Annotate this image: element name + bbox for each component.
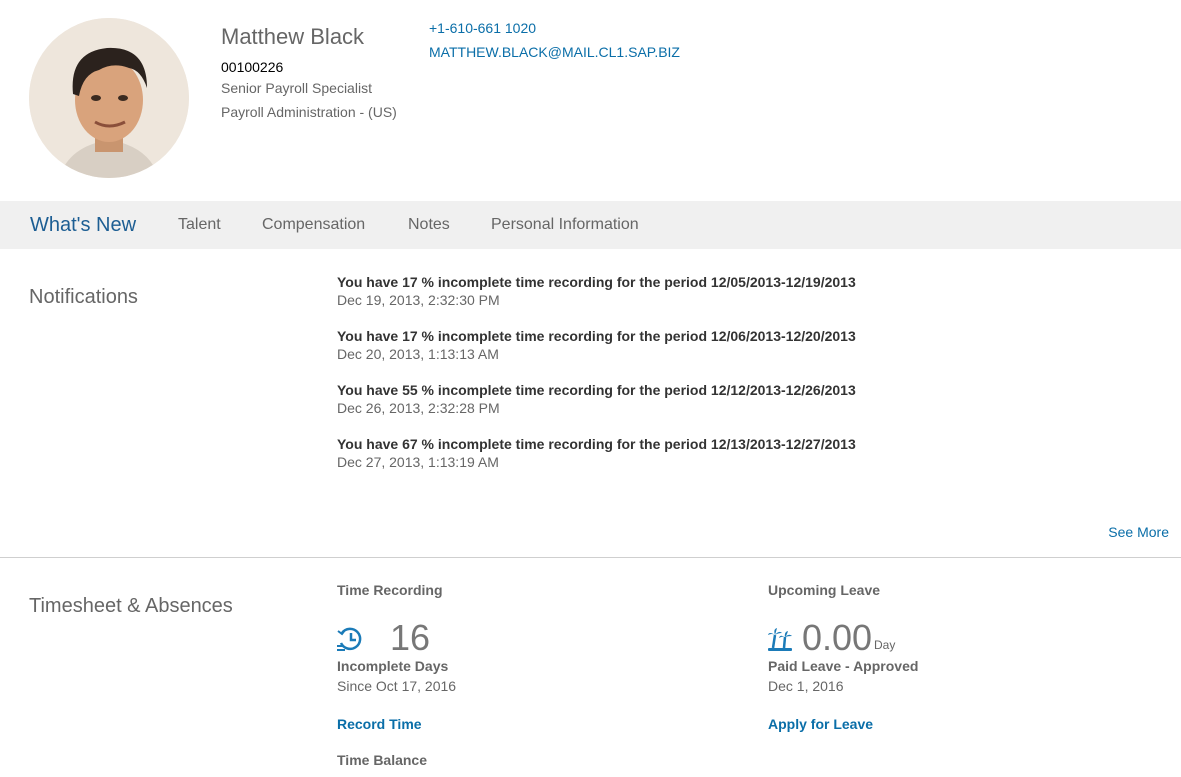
since-date: Since Oct 17, 2016 [337, 678, 457, 694]
employee-id: 00100226 [221, 59, 284, 75]
tab-talent[interactable]: Talent [178, 201, 221, 249]
notification-text: You have 67 % incomplete time recording … [337, 436, 856, 452]
leave-type-label: Paid Leave - Approved [768, 658, 919, 674]
notifications-title: Notifications [29, 286, 138, 308]
notification-item[interactable]: You have 17 % incomplete time recording … [337, 273, 1097, 309]
notification-time: Dec 26, 2013, 2:32:28 PM [337, 400, 500, 416]
incomplete-days-label: Incomplete Days [337, 658, 449, 674]
see-more-link[interactable]: See More [1108, 524, 1169, 540]
notification-text: You have 17 % incomplete time recording … [337, 274, 856, 290]
tab-personal-information[interactable]: Personal Information [491, 201, 639, 249]
tab-whats-new[interactable]: What's New [30, 201, 136, 249]
department: Payroll Administration - (US) [221, 104, 397, 120]
timesheet-title: Timesheet & Absences [29, 595, 233, 617]
beach-icon [767, 626, 793, 657]
clock-history-icon [336, 625, 364, 658]
avatar [29, 18, 189, 178]
phone-link[interactable]: +1-610-661 1020 [429, 20, 536, 36]
notification-time: Dec 20, 2013, 1:13:13 AM [337, 346, 499, 362]
notification-item[interactable]: You have 17 % incomplete time recording … [337, 327, 1097, 363]
time-recording-title: Time Recording [337, 582, 443, 598]
email-link[interactable]: MATTHEW.BLACK@MAIL.CL1.SAP.BIZ [429, 44, 680, 60]
leave-days-unit: Day [874, 638, 896, 652]
tab-bar: What's New Talent Compensation Notes Per… [0, 201, 1181, 249]
section-divider [0, 557, 1181, 558]
record-time-link[interactable]: Record Time [337, 716, 422, 732]
tab-compensation[interactable]: Compensation [262, 201, 365, 249]
job-title: Senior Payroll Specialist [221, 80, 372, 96]
notification-time: Dec 19, 2013, 2:32:30 PM [337, 292, 500, 308]
leave-date: Dec 1, 2016 [768, 678, 844, 694]
tab-notes[interactable]: Notes [408, 201, 450, 249]
notification-item[interactable]: You have 67 % incomplete time recording … [337, 435, 1097, 471]
incomplete-days-count: 16 [390, 617, 431, 658]
profile-header: Matthew Black 00100226 Senior Payroll Sp… [0, 0, 1181, 201]
apply-for-leave-link[interactable]: Apply for Leave [768, 716, 873, 732]
notification-text: You have 17 % incomplete time recording … [337, 328, 856, 344]
upcoming-leave-title: Upcoming Leave [768, 582, 881, 598]
notification-text: You have 55 % incomplete time recording … [337, 382, 856, 398]
avatar-photo [29, 18, 189, 178]
notification-item[interactable]: You have 55 % incomplete time recording … [337, 381, 1097, 417]
employee-name: Matthew Black [221, 24, 365, 49]
notification-time: Dec 27, 2013, 1:13:19 AM [337, 454, 499, 470]
time-balance-title: Time Balance [337, 752, 428, 768]
leave-days-value: 0.00 [802, 617, 873, 658]
